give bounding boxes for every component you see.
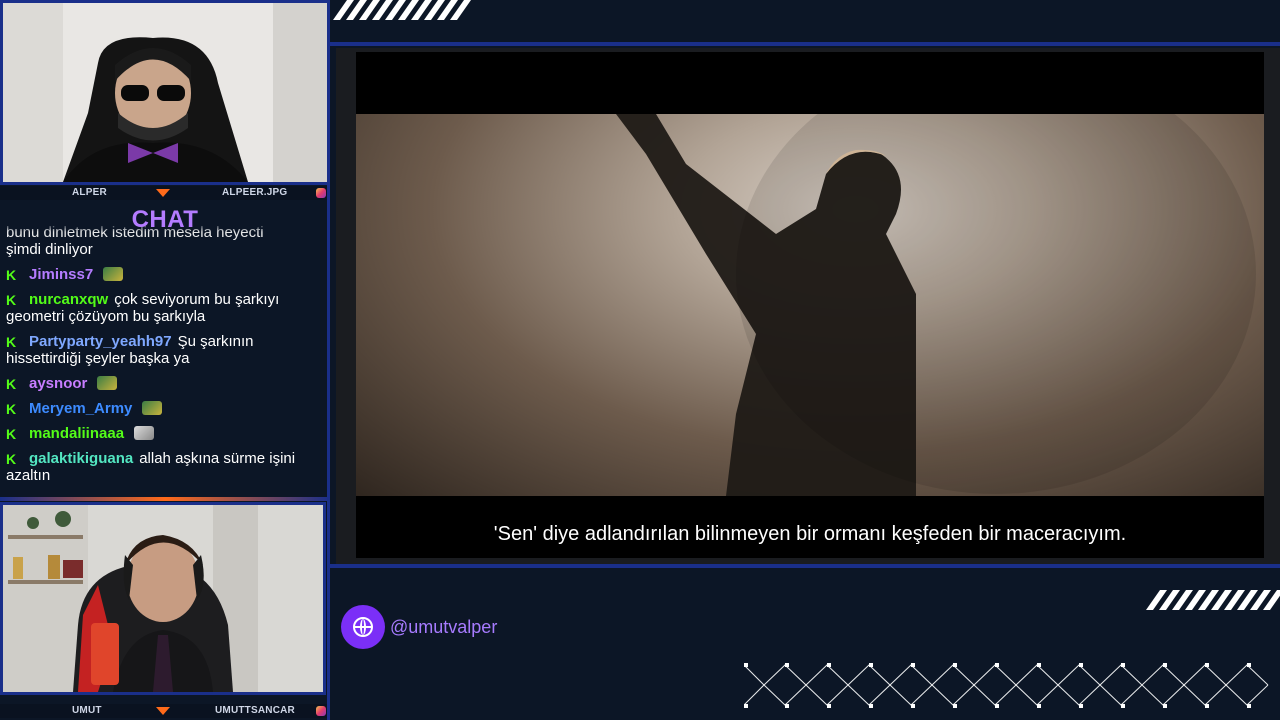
video-frame-top-border — [330, 42, 1280, 46]
top-cam-nameplate: ALPER ALPEER.JPG — [0, 186, 330, 200]
video-player[interactable]: 'Sen' diye adlandırılan bilinmeyen bir o… — [336, 48, 1280, 564]
webcam-scene-bottom — [3, 505, 323, 692]
chat-message: Kmandaliinaaa — [6, 425, 324, 442]
instagram-icon — [316, 188, 326, 198]
chat-message: şimdi dinliyor — [6, 241, 324, 258]
chat-message-text: şimdi dinliyor — [6, 241, 93, 258]
chat-message: K Meryem_Army — [6, 400, 324, 417]
bottom-cam-nameplate: UMUT UMUTTSANCAR — [0, 704, 330, 718]
top-cam-left-name: ALPER — [72, 187, 107, 198]
kick-badge-icon: K — [6, 426, 17, 442]
top-cam-right-name: ALPEER.JPG — [222, 187, 288, 198]
chat-panel: CHAT bunu dinletmek istedim mesela heyec… — [0, 202, 330, 497]
chat-divider — [0, 497, 330, 501]
emote-icon — [142, 401, 163, 415]
top-webcam — [0, 0, 330, 185]
globe-icon — [341, 605, 385, 649]
cat-emote-icon — [134, 426, 155, 440]
lattice-pattern — [744, 663, 1269, 708]
emote-icon — [97, 376, 118, 390]
webcam-scene-top — [3, 3, 327, 182]
video-subtitle: 'Sen' diye adlandırılan bilinmeyen bir o… — [493, 523, 1127, 545]
orange-triangle-icon — [156, 707, 170, 715]
chat-message: Kaysnoor — [6, 375, 324, 392]
left-panel-edge — [327, 0, 330, 720]
orange-triangle-icon — [156, 189, 170, 197]
chat-username[interactable]: aysnoor — [29, 375, 87, 392]
chat-username[interactable]: nurcanxqw — [29, 291, 108, 308]
bottom-cam-right-name: UMUTTSANCAR — [215, 705, 295, 716]
video-letterbox-top — [356, 52, 1264, 114]
chat-message: K Jiminss7 — [6, 266, 324, 283]
video-frame-bottom-border — [330, 564, 1280, 568]
silhouette-figure — [616, 114, 1256, 496]
kick-badge-icon: K — [6, 267, 17, 283]
kick-badge-icon: K — [6, 451, 17, 467]
kick-badge-icon: K — [6, 334, 17, 350]
kick-badge-icon: K — [6, 292, 17, 308]
bottom-cam-left-name: UMUT — [72, 705, 102, 716]
video-scene — [356, 114, 1264, 496]
emote-icon — [103, 267, 124, 281]
kick-badge-icon: K — [6, 401, 17, 417]
chat-title-overlay: CHAT — [131, 206, 199, 233]
chat-message: K Partyparty_yeahh97 Şu şarkının hissettir… — [6, 333, 324, 367]
chat-username[interactable]: mandaliinaaa — [29, 425, 124, 442]
chat-message: Kgalaktikiguana allah aşkına sürme işini … — [6, 450, 324, 484]
top-stripes — [332, 0, 472, 20]
chat-message: Knurcanxqw çok seviyorum bu şarkıyı geome… — [6, 291, 324, 325]
bottom-webcam — [0, 502, 326, 695]
instagram-icon — [316, 706, 326, 716]
bottom-stripes — [1145, 590, 1280, 610]
chat-username[interactable]: Meryem_Army — [29, 400, 132, 417]
kick-badge-icon: K — [6, 376, 17, 392]
chat-username[interactable]: Partyparty_yeahh97 — [29, 333, 172, 350]
chat-message-list: şimdi dinliyor K Jiminss7 Knurcanxqw çok s… — [6, 241, 324, 492]
social-handle: @umutvalper — [390, 617, 498, 637]
chat-username[interactable]: galaktikiguana — [29, 450, 133, 467]
chat-username[interactable]: Jiminss7 — [29, 266, 93, 283]
